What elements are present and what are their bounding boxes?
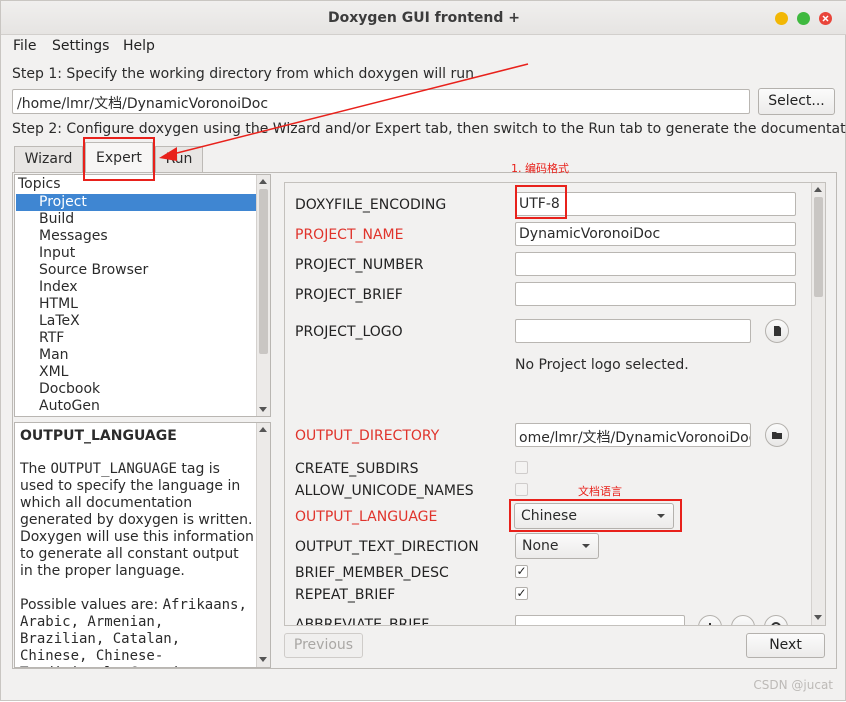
annotation-arrow-icon (159, 63, 529, 161)
app-window: Doxygen GUI frontend + File Settings Hel… (0, 0, 846, 701)
watermark: CSDN @jucat (753, 678, 833, 692)
